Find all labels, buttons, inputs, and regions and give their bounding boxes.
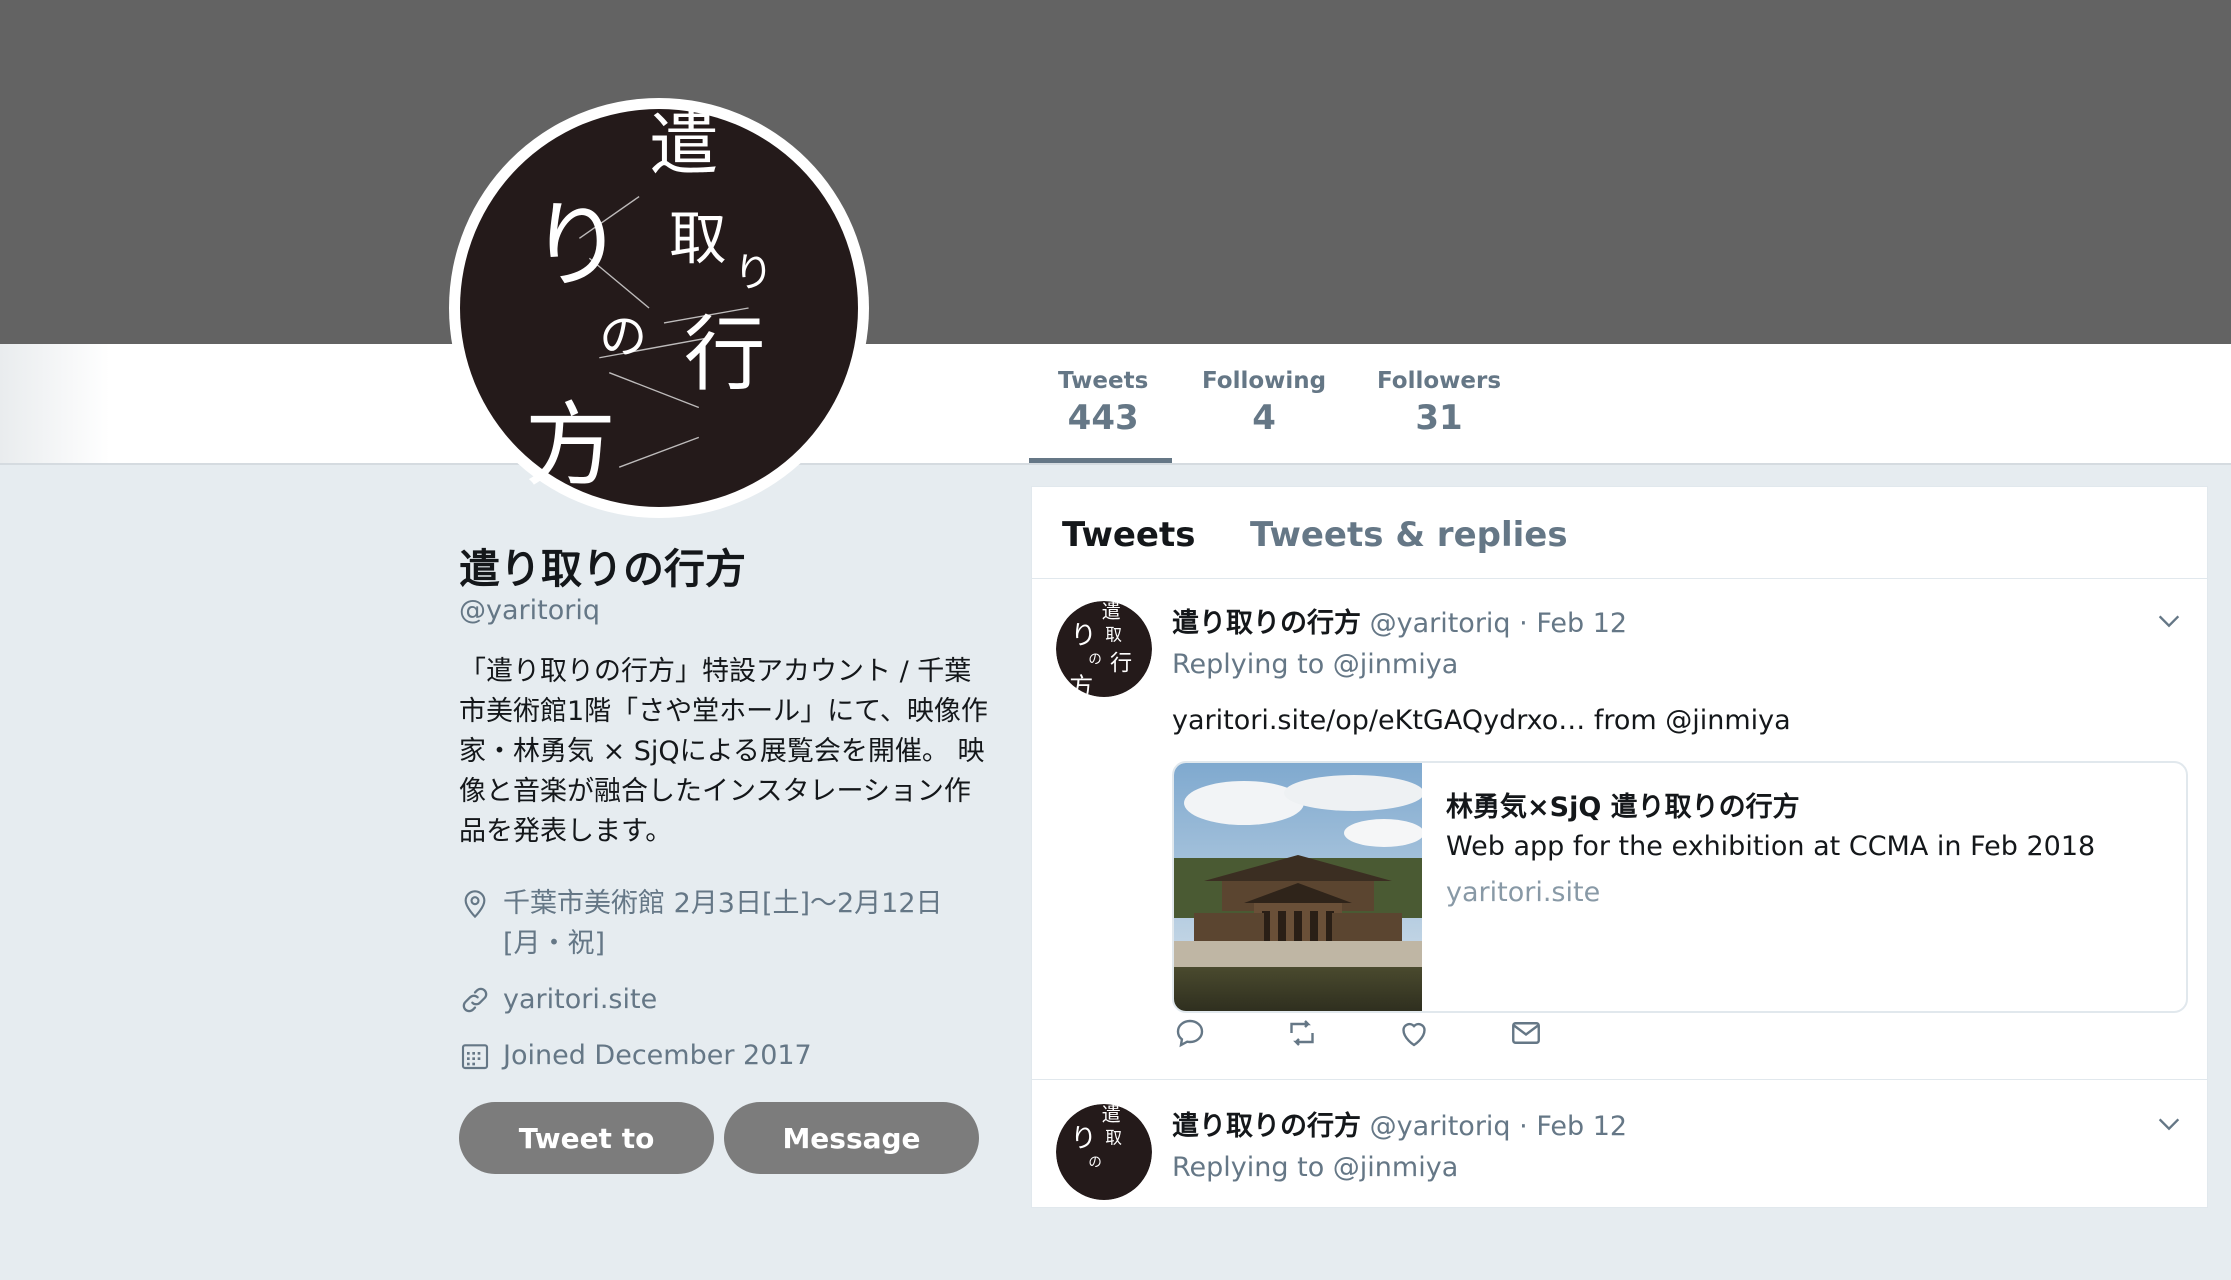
avatar-glyph-3: 取 (1105, 1128, 1122, 1148)
profile-location: 千葉市美術館 2月3日[土]〜2月12日[月・祝] (459, 884, 979, 964)
profile-name: 遣り取りの行方 (459, 545, 746, 593)
chevron-down-icon[interactable] (2155, 607, 2183, 635)
like-icon[interactable] (1396, 1015, 1432, 1051)
tweet-text[interactable]: yaritori.site/op/eKtGAQydrxo… from @jinm… (1172, 705, 1791, 736)
profile-avatar[interactable]: 遣 り 取 り の 行 方 (449, 98, 869, 518)
avatar-glyph-1: 遣 (1102, 1104, 1121, 1126)
avatar-glyph-2: り (530, 191, 625, 301)
profile-nav: Tweets 443 Following 4 Followers 31 (0, 344, 2231, 465)
tweet-replying-to[interactable]: Replying to @jinmiya (1172, 1152, 1458, 1183)
link-card[interactable]: 林勇気×SjQ 遣り取りの行方 Web app for the exhibiti… (1172, 761, 2188, 1013)
stat-followers-label: Followers (1377, 368, 1502, 394)
profile-bio: 「遣り取りの行方」特設アカウント / 千葉市美術館1階「さや堂ホール」にて、映像… (459, 656, 988, 847)
avatar-glyph-7: 方 (1069, 673, 1093, 697)
direct-message-icon[interactable] (1508, 1015, 1544, 1051)
chevron-down-icon[interactable] (2155, 1110, 2183, 1138)
location-pin-icon (464, 890, 486, 919)
retweet-icon[interactable] (1284, 1015, 1320, 1051)
link-icon (462, 987, 488, 1013)
stat-following[interactable]: Following 4 (1202, 368, 1326, 438)
tweet-author-name[interactable]: 遣り取りの行方 (1172, 608, 1361, 639)
stat-active-underline (1029, 458, 1172, 463)
stat-followers-value: 31 (1415, 398, 1463, 438)
avatar-glyph-6: 行 (684, 308, 766, 403)
avatar-glyph-2: り (1070, 1123, 1096, 1154)
reply-icon[interactable] (1172, 1015, 1208, 1051)
tweet-item[interactable]: 遣 り 取 の 行 方 遣り取りの行方 @yaritoriq · Feb 12 … (1032, 579, 2207, 1080)
stat-followers[interactable]: Followers 31 (1377, 368, 1501, 438)
avatar-logo: 遣 り 取 り の 行 方 (460, 109, 858, 507)
avatar-glyph-5: の (599, 310, 647, 365)
tweet-header: 遣り取りの行方 @yaritoriq · Feb 12 (1172, 1104, 1627, 1143)
avatar-glyph-5: の (1088, 652, 1101, 667)
profile-handle[interactable]: @yaritoriq (459, 595, 600, 626)
message-button[interactable]: Message (724, 1102, 979, 1174)
joined-text: Joined December 2017 (503, 1040, 812, 1071)
avatar-glyph-2: り (1070, 620, 1096, 651)
timeline-tabs: Tweets Tweets & replies (1032, 487, 2207, 579)
tweet-header: 遣り取りの行方 @yaritoriq · Feb 12 (1172, 601, 1627, 640)
stat-tweets[interactable]: Tweets 443 (1058, 368, 1148, 438)
profile-banner (0, 0, 2231, 344)
profile-joined: Joined December 2017 (459, 1036, 812, 1076)
avatar-glyph-1: 遣 (1102, 601, 1121, 623)
stat-tweets-label: Tweets (1058, 368, 1149, 394)
tweet-to-button[interactable]: Tweet to (459, 1102, 714, 1174)
tweet-avatar[interactable]: 遣 り 取 の (1056, 1104, 1152, 1200)
tweet-item[interactable]: 遣 り 取 の 遣り取りの行方 @yaritoriq · Feb 12 Repl… (1032, 1080, 2207, 1280)
tweet-replying-to[interactable]: Replying to @jinmiya (1172, 649, 1458, 680)
tweet-author-handle[interactable]: @yaritoriq (1370, 1111, 1511, 1142)
tab-tweets[interactable]: Tweets (1062, 515, 1195, 555)
stat-following-value: 4 (1252, 398, 1276, 438)
card-image (1174, 763, 1422, 1011)
tweet-author-handle[interactable]: @yaritoriq (1370, 608, 1511, 639)
tweet-date[interactable]: · Feb 12 (1519, 608, 1627, 639)
card-domain: yaritori.site (1446, 877, 1601, 908)
avatar-logo: 遣 り 取 の 行 方 (1056, 601, 1152, 697)
avatar-glyph-6: 行 (1110, 652, 1132, 677)
avatar-glyph-3: 取 (1105, 625, 1122, 645)
stat-tweets-value: 443 (1067, 398, 1139, 438)
tab-tweets-replies[interactable]: Tweets & replies (1250, 515, 1568, 555)
profile-website[interactable]: yaritori.site (459, 980, 657, 1020)
location-text: 千葉市美術館 2月3日[土]〜2月12日[月・祝] (503, 888, 943, 959)
avatar-glyph-1: 遣 (649, 109, 719, 186)
stat-following-label: Following (1202, 368, 1327, 394)
avatar-glyph-4: り (734, 250, 774, 296)
calendar-icon (461, 1044, 489, 1070)
avatar-glyph-5: の (1088, 1155, 1101, 1170)
avatar-glyph-3: 取 (669, 204, 727, 272)
tweet-date[interactable]: · Feb 12 (1519, 1111, 1627, 1142)
website-link[interactable]: yaritori.site (503, 980, 657, 1020)
avatar-logo: 遣 り 取 の (1056, 1104, 1152, 1200)
card-title: 林勇気×SjQ 遣り取りの行方 (1446, 792, 1800, 823)
avatar-glyph-7: 方 (525, 392, 617, 499)
tweet-avatar[interactable]: 遣 り 取 の 行 方 (1056, 601, 1152, 697)
timeline: Tweets Tweets & replies 遣 り 取 の 行 方 遣り取り… (1031, 486, 2208, 1208)
tweet-author-name[interactable]: 遣り取りの行方 (1172, 1111, 1361, 1142)
card-description: Web app for the exhibition at CCMA in Fe… (1446, 831, 2096, 862)
